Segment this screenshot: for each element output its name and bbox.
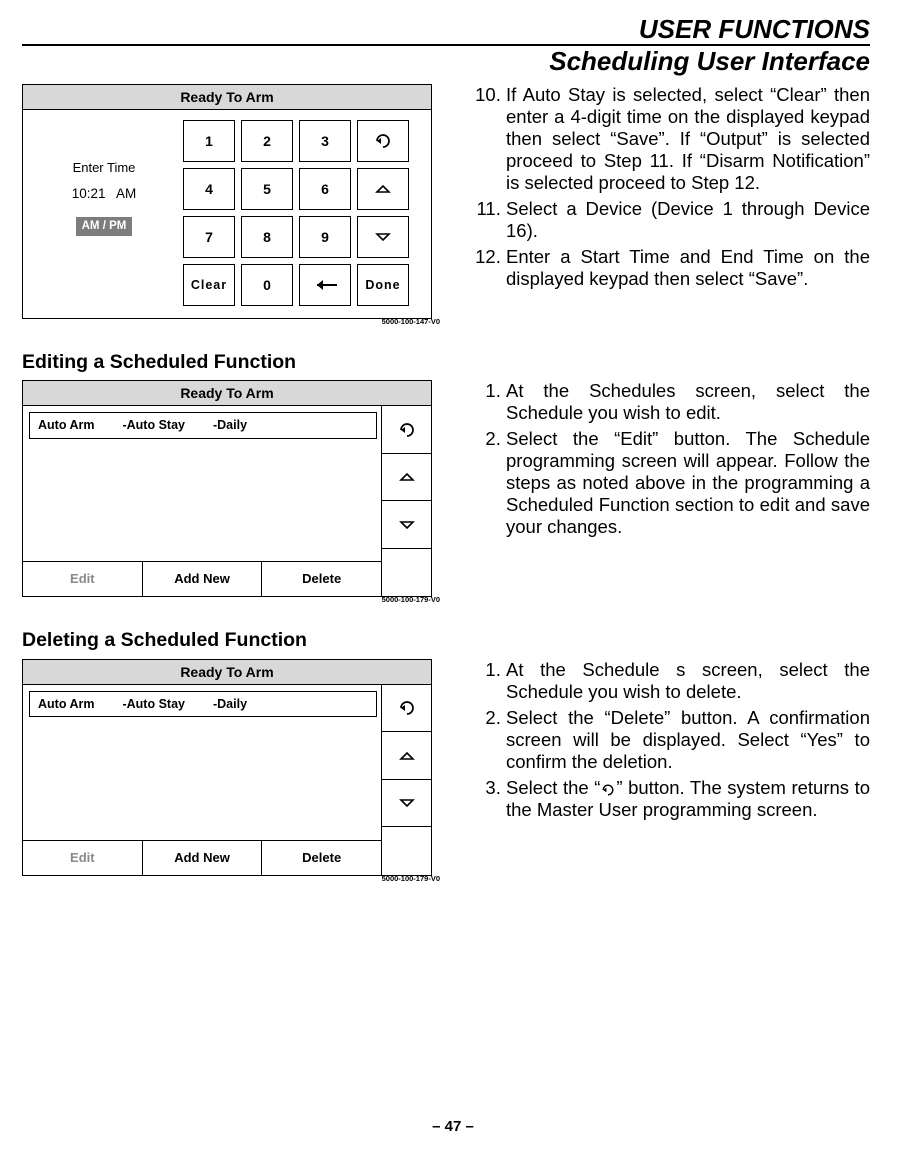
add-new-button[interactable]: Add New — [143, 841, 263, 875]
key-clear[interactable]: Clear — [183, 264, 235, 306]
list-blank-cell — [381, 827, 431, 875]
key-backspace[interactable] — [299, 264, 351, 306]
schedule-freq: -Daily — [213, 419, 247, 432]
key-8[interactable]: 8 — [241, 216, 293, 258]
key-down[interactable] — [357, 216, 409, 258]
keypad-left-pane: Enter Time 10:21 AM AM / PM — [33, 120, 175, 306]
del-step-2: Select the “Delete” button. A confirmati… — [506, 707, 870, 773]
steps-delete: At the Schedule s screen, select the Sch… — [472, 659, 870, 825]
list-back-button[interactable] — [381, 406, 431, 454]
section-title-deleting: Deleting a Scheduled Function — [22, 629, 870, 652]
delete-panel: Ready To Arm Auto Arm -Auto Stay -Daily … — [22, 659, 432, 876]
key-back[interactable] — [357, 120, 409, 162]
del-step-3-a: Select the “ — [506, 777, 600, 798]
section-title-editing: Editing a Scheduled Function — [22, 351, 870, 374]
edit-button[interactable]: Edit — [23, 841, 143, 875]
key-0[interactable]: 0 — [241, 264, 293, 306]
list-down-button[interactable] — [381, 501, 431, 549]
delete-panel-footnote: 5000-100-179-V0 — [22, 874, 442, 884]
step-10: If Auto Stay is selected, select “Clear”… — [506, 84, 870, 194]
list-up-button[interactable] — [381, 454, 431, 502]
list-up-button[interactable] — [381, 732, 431, 780]
delete-buttons: Edit Add New Delete — [23, 840, 381, 875]
add-new-button[interactable]: Add New — [143, 562, 263, 596]
time-value: 10:21 — [72, 186, 106, 201]
delete-panel-title: Ready To Arm — [23, 660, 431, 685]
time-keypad-panel: Ready To Arm Enter Time 10:21 AM AM / PM… — [22, 84, 432, 319]
time-readout: 10:21 AM — [33, 187, 175, 201]
edit-panel-footnote: 5000-100-179-V0 — [22, 595, 442, 605]
del-step-3: Select the “” button. The system returns… — [506, 777, 870, 821]
key-7[interactable]: 7 — [183, 216, 235, 258]
del-step-1: At the Schedule s screen, select the Sch… — [506, 659, 870, 703]
header-line-scheduling: Scheduling User Interface — [22, 48, 870, 74]
schedule-name: Auto Arm — [38, 698, 94, 711]
key-3[interactable]: 3 — [299, 120, 351, 162]
keypad-footnote: 5000-100-147-V0 — [22, 317, 442, 327]
header-line-functions: USER FUNCTIONS — [22, 16, 870, 42]
key-1[interactable]: 1 — [183, 120, 235, 162]
keypad-title: Ready To Arm — [23, 85, 431, 110]
ampm-toggle-button[interactable]: AM / PM — [76, 217, 133, 237]
enter-time-label: Enter Time — [33, 160, 175, 175]
schedule-freq: -Daily — [213, 698, 247, 711]
delete-button[interactable]: Delete — [262, 841, 381, 875]
schedule-mode: -Auto Stay — [122, 698, 185, 711]
steps-10-12: If Auto Stay is selected, select “Clear”… — [472, 84, 870, 294]
key-6[interactable]: 6 — [299, 168, 351, 210]
list-back-button[interactable] — [381, 685, 431, 733]
step-11: Select a Device (Device 1 through Device… — [506, 198, 870, 242]
edit-panel: Ready To Arm Auto Arm -Auto Stay -Daily … — [22, 380, 432, 597]
key-done[interactable]: Done — [357, 264, 409, 306]
time-ampm: AM — [116, 186, 136, 201]
edit-step-1: At the Schedules screen, select the Sche… — [506, 380, 870, 424]
key-2[interactable]: 2 — [241, 120, 293, 162]
key-5[interactable]: 5 — [241, 168, 293, 210]
edit-panel-title: Ready To Arm — [23, 381, 431, 406]
page-header: USER FUNCTIONS Scheduling User Interface — [22, 16, 870, 74]
steps-edit: At the Schedules screen, select the Sche… — [472, 380, 870, 542]
edit-step-2: Select the “Edit” button. The Schedule p… — [506, 428, 870, 538]
edit-buttons: Edit Add New Delete — [23, 561, 381, 596]
schedule-name: Auto Arm — [38, 419, 94, 432]
key-up[interactable] — [357, 168, 409, 210]
page-number: – 47 – — [0, 1119, 906, 1134]
schedule-mode: -Auto Stay — [122, 419, 185, 432]
step-12: Enter a Start Time and End Time on the d… — [506, 246, 870, 290]
delete-button[interactable]: Delete — [262, 562, 381, 596]
keypad-grid: 1 2 3 4 5 6 7 8 9 Clear 0 — [183, 120, 421, 306]
list-down-button[interactable] — [381, 780, 431, 828]
schedule-row[interactable]: Auto Arm -Auto Stay -Daily — [29, 691, 377, 718]
list-blank-cell — [381, 549, 431, 597]
key-9[interactable]: 9 — [299, 216, 351, 258]
edit-button[interactable]: Edit — [23, 562, 143, 596]
schedule-row[interactable]: Auto Arm -Auto Stay -Daily — [29, 412, 377, 439]
key-4[interactable]: 4 — [183, 168, 235, 210]
